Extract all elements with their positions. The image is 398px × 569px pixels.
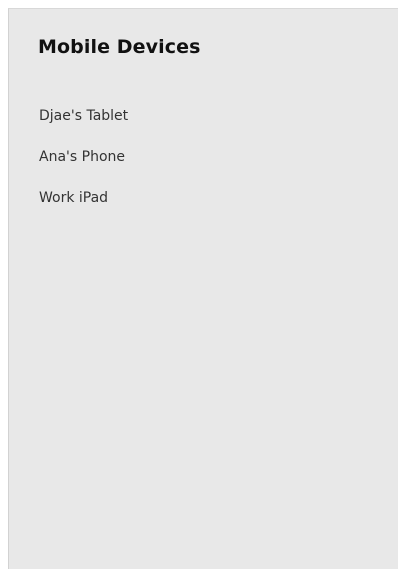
device-item-anas-phone[interactable]: Ana's Phone	[39, 143, 128, 184]
device-item-djaes-tablet[interactable]: Djae's Tablet	[39, 102, 128, 143]
panel-title: Mobile Devices	[38, 36, 201, 58]
device-item-work-ipad[interactable]: Work iPad	[39, 184, 128, 225]
mobile-devices-panel: Mobile Devices Djae's Tablet Ana's Phone…	[8, 8, 398, 569]
device-list: Djae's Tablet Ana's Phone Work iPad	[39, 102, 128, 225]
